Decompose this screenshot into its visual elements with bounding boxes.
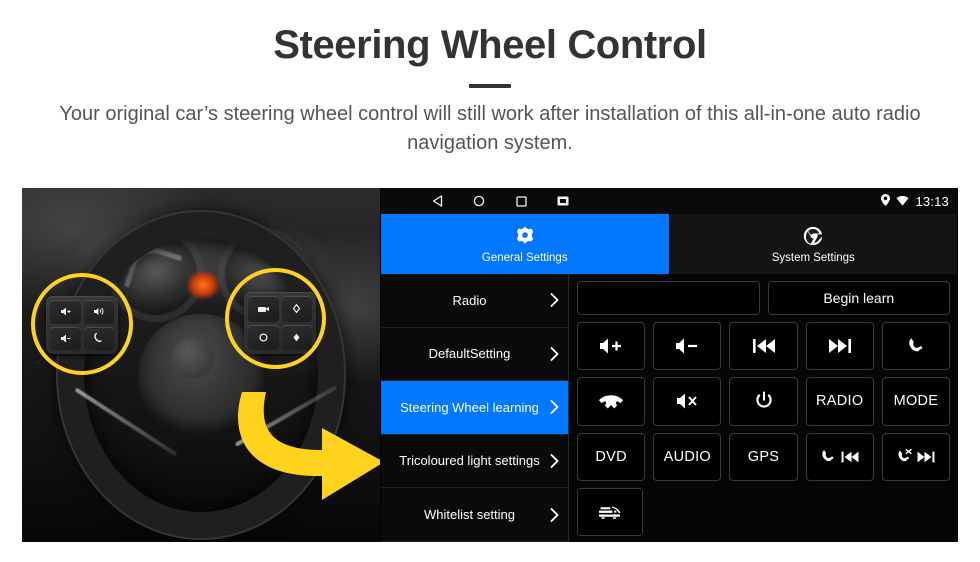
key-phone-hangup-button[interactable]: [577, 377, 646, 426]
menu-item-defaultsetting[interactable]: DefaultSetting: [381, 327, 568, 382]
menu-item-steering-wheel-learning-label: Steering Wheel learning: [400, 399, 539, 415]
key-row-1: [577, 322, 951, 371]
key-dvd-button[interactable]: DVD: [577, 432, 646, 481]
location-pin-icon: [881, 193, 891, 209]
tab-general-settings-label: General Settings: [481, 252, 568, 264]
page-header: Steering Wheel Control Your original car…: [0, 0, 980, 158]
steering-wheel-learning-panel: Begin learn RADIO MODE DVD AUDIO GPS: [569, 274, 958, 542]
highlight-circle-left: [31, 273, 133, 375]
chevron-right-icon: [548, 507, 560, 522]
menu-item-tricoloured-light-settings-label: Tricoloured light settings: [399, 453, 540, 469]
status-clock: 13:13: [915, 193, 949, 209]
key-row-4: [577, 487, 950, 536]
settings-menu-list: Radio DefaultSetting Steering Wheel lear…: [381, 274, 569, 542]
yellow-pointer-arrow: [238, 392, 380, 500]
key-row-2: RADIO MODE: [577, 377, 951, 426]
back-icon[interactable]: [430, 194, 444, 208]
tab-system-settings-label: System Settings: [771, 252, 855, 264]
learn-control-row: Begin learn: [577, 281, 950, 315]
menu-item-radio-label: Radio: [452, 292, 487, 308]
menu-item-whitelist-setting[interactable]: Whitelist setting: [381, 488, 568, 542]
chevron-right-icon: [548, 293, 560, 308]
chevron-right-icon: [548, 400, 560, 415]
system-settings-icon: [802, 224, 824, 248]
menu-item-radio[interactable]: Radio: [381, 274, 568, 328]
key-dvd-label: DVD: [595, 448, 627, 465]
begin-learn-button[interactable]: Begin learn: [767, 281, 950, 315]
key-radio-button[interactable]: RADIO: [805, 377, 874, 426]
page-subtitle: Your original car’s steering wheel contr…: [59, 103, 921, 154]
tab-system-settings[interactable]: System Settings: [669, 214, 958, 274]
key-volume-up-button[interactable]: [577, 322, 646, 371]
key-gps-button[interactable]: GPS: [729, 432, 798, 481]
key-mode-label: MODE: [893, 393, 939, 410]
chevron-right-icon: [548, 346, 560, 361]
menu-item-whitelist-setting-label: Whitelist setting: [423, 506, 516, 522]
menu-item-defaultsetting-label: DefaultSetting: [428, 346, 511, 362]
android-status-bar: 13:13: [381, 188, 958, 214]
key-car-button[interactable]: [577, 487, 643, 536]
status-bar-right: 13:13: [881, 193, 949, 209]
key-next-track-button[interactable]: [805, 322, 874, 371]
key-phone-answer-button[interactable]: [881, 322, 951, 371]
gear-icon: [514, 224, 536, 248]
menu-item-tricoloured-light-settings[interactable]: Tricoloured light settings: [381, 434, 568, 489]
key-gps-label: GPS: [747, 448, 780, 465]
key-radio-label: RADIO: [816, 393, 864, 410]
steering-wheel-photo: [22, 188, 380, 542]
key-previous-track-button[interactable]: [729, 322, 798, 371]
head-unit-screen: 13:13 General Settings System Settings R…: [380, 188, 958, 542]
wifi-icon: [896, 194, 910, 209]
title-divider: [469, 84, 511, 88]
key-mode-button[interactable]: MODE: [881, 377, 951, 426]
key-row-3: DVD AUDIO GPS: [577, 432, 951, 481]
screenshot-icon[interactable]: [556, 194, 570, 208]
key-volume-down-button[interactable]: [653, 322, 722, 371]
content-band: 13:13 General Settings System Settings R…: [22, 188, 958, 542]
key-audio-label: AUDIO: [663, 448, 712, 465]
page-title: Steering Wheel Control: [273, 23, 707, 67]
home-icon[interactable]: [472, 194, 486, 208]
key-audio-button[interactable]: AUDIO: [653, 432, 722, 481]
android-nav-buttons: [430, 194, 570, 208]
settings-tabbar: General Settings System Settings: [381, 214, 958, 274]
chevron-right-icon: [548, 454, 560, 468]
settings-body: Radio DefaultSetting Steering Wheel lear…: [381, 274, 958, 542]
highlight-circle-right: [225, 268, 326, 369]
tab-general-settings[interactable]: General Settings: [381, 214, 670, 274]
key-power-button[interactable]: [729, 377, 798, 426]
key-phone-previous-button[interactable]: [805, 432, 874, 481]
learn-input[interactable]: [577, 281, 760, 315]
key-mute-button[interactable]: [653, 377, 722, 426]
key-phone-reject-next-button[interactable]: [881, 432, 951, 481]
recents-icon[interactable]: [514, 194, 528, 208]
menu-item-steering-wheel-learning[interactable]: Steering Wheel learning: [381, 381, 568, 435]
steering-wheel-airbag-center: [172, 338, 214, 378]
